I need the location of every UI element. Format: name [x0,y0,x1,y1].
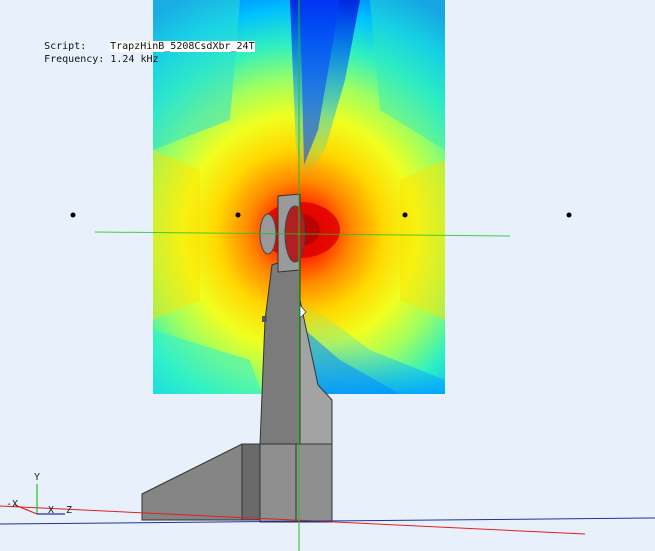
marker-point [402,212,408,218]
frequency-value: 1.24 kHz [110,54,159,65]
3d-viewport[interactable]: Script: TrapzHinB_5208CsdXbr_24T Frequenc… [0,0,655,551]
axis-label-y: Y [34,472,41,483]
scene-canvas[interactable] [0,0,655,551]
frequency-info: Frequency: 1.24 kHz [20,40,159,79]
frequency-label: Frequency: [44,54,105,65]
axis-label-neg-x: -X [6,499,19,510]
marker-point [235,212,241,218]
marker-point [566,212,572,218]
axis-label-z: Z [66,505,73,516]
axis-label-x: X [48,505,55,516]
marker-point [70,212,76,218]
axis-triad [14,484,65,515]
